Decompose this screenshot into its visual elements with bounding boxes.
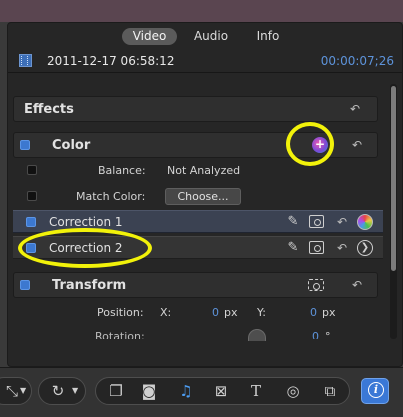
photo-icon[interactable]: ◙ — [139, 381, 159, 401]
inspector-tabbar: Video Audio Info — [8, 23, 402, 47]
rotate-icon[interactable]: ↻ — [48, 381, 68, 401]
effects-title: Effects — [24, 102, 74, 117]
color-enable-checkbox[interactable] — [20, 140, 30, 150]
correction-1-color-board-icon[interactable] — [357, 214, 373, 230]
effects-reset-icon[interactable]: ↶ — [348, 102, 362, 116]
position-y-label: Y: — [257, 306, 266, 319]
music-icon[interactable]: ♫ — [176, 381, 196, 401]
balance-checkbox[interactable] — [27, 165, 37, 175]
transform-onscreen-controls-icon[interactable] — [308, 279, 324, 291]
info-icon: i — [368, 382, 384, 398]
clip-browser-icon[interactable]: ❐ — [106, 381, 126, 401]
correction-2-shape-mask-icon[interactable]: ✎ — [285, 240, 301, 256]
correction-2-chevron-icon[interactable]: ❯ — [357, 240, 373, 256]
rotation-row-clip: Rotation: 0 ° — [7, 328, 390, 339]
crop-dropdown-chevron-icon[interactable]: ▼ — [20, 386, 26, 395]
info-button[interactable]: i — [361, 378, 389, 404]
rotation-unit: ° — [325, 330, 331, 339]
correction-1-color-mask-icon[interactable] — [309, 215, 324, 228]
transitions-icon[interactable]: ⊠ — [211, 381, 231, 401]
scrollbar-thumb[interactable] — [391, 86, 396, 271]
crop-icon[interactable]: ⤡ — [2, 381, 22, 401]
annotation-circle-add-effect — [286, 122, 334, 166]
generators-icon[interactable]: ◎ — [283, 381, 303, 401]
transform-enable-checkbox[interactable] — [20, 280, 30, 290]
correction-1-checkbox[interactable] — [26, 217, 36, 227]
correction-1-shape-mask-icon[interactable]: ✎ — [285, 214, 301, 230]
correction-1-label: Correction 1 — [49, 215, 123, 229]
film-strip-icon — [19, 54, 32, 67]
themes-icon[interactable]: ⧉ — [320, 381, 340, 401]
effects-section-header[interactable]: Effects ↶ — [13, 96, 378, 122]
transform-title: Transform — [52, 278, 127, 293]
clip-info-row: 2011-12-17 06:58:12 00:00:07;26 — [8, 49, 402, 73]
correction-2-color-mask-icon[interactable] — [309, 241, 324, 254]
tab-video[interactable]: Video — [122, 28, 177, 45]
correction-2-reset-icon[interactable]: ↶ — [335, 241, 349, 255]
correction-1-reset-icon[interactable]: ↶ — [335, 215, 349, 229]
match-color-checkbox[interactable] — [27, 191, 37, 201]
position-y-unit: px — [322, 306, 336, 319]
balance-value: Not Analyzed — [167, 164, 241, 177]
inspector-scrollbar[interactable] — [390, 84, 397, 339]
tab-audio[interactable]: Audio — [186, 28, 236, 45]
choose-match-color-button[interactable]: Choose... — [165, 188, 241, 205]
position-x-value[interactable]: 0 — [212, 306, 219, 319]
annotation-circle-correction-2 — [18, 228, 152, 268]
rotation-label: Rotation: — [95, 330, 145, 339]
transform-section-header[interactable]: Transform ↶ — [13, 272, 378, 298]
match-color-label: Match Color: — [76, 190, 146, 203]
position-x-label: X: — [160, 306, 172, 319]
clip-date: 2011-12-17 06:58:12 — [47, 54, 175, 68]
balance-label: Balance: — [98, 164, 146, 177]
position-x-unit: px — [224, 306, 238, 319]
position-y-value[interactable]: 0 — [310, 306, 317, 319]
color-title: Color — [52, 138, 91, 153]
rotation-dial[interactable] — [248, 329, 266, 341]
clip-timecode: 00:00:07;26 — [320, 54, 394, 68]
window-top-strip — [0, 0, 403, 22]
tab-info[interactable]: Info — [248, 28, 288, 45]
titles-icon[interactable]: T — [246, 381, 266, 401]
color-reset-icon[interactable]: ↶ — [350, 138, 364, 152]
position-label: Position: — [97, 306, 144, 319]
rotate-dropdown-chevron-icon[interactable]: ▼ — [72, 386, 78, 395]
rotation-value[interactable]: 0 — [312, 330, 319, 339]
transform-reset-icon[interactable]: ↶ — [350, 278, 364, 292]
